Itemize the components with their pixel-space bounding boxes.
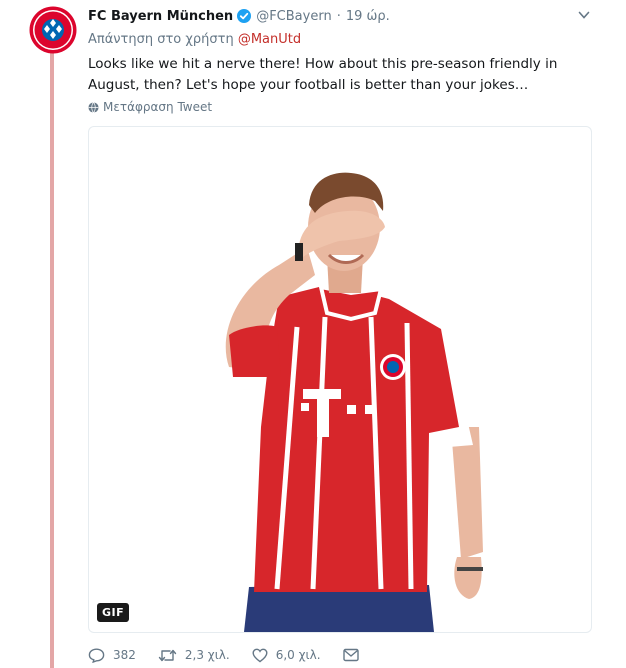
player-gif-image — [225, 172, 483, 632]
message-icon — [342, 648, 359, 662]
reply-count: 382 — [113, 648, 136, 662]
tweet-actions: 382 2,3 χιλ. 6,0 χιλ. — [88, 644, 389, 666]
gif-media[interactable]: GIF — [88, 126, 592, 633]
bayern-logo-icon — [29, 6, 77, 54]
translate-link[interactable]: Μετάφραση Tweet — [88, 100, 212, 114]
tweet-header: FC Bayern München @FCBayern · 19 ώρ. — [88, 6, 390, 26]
retweet-count: 2,3 χιλ. — [184, 648, 230, 662]
reply-button[interactable]: 382 — [88, 647, 136, 663]
author-name[interactable]: FC Bayern München — [88, 9, 233, 24]
chevron-down-icon[interactable] — [578, 10, 590, 20]
reply-icon — [88, 647, 105, 663]
thread-line — [50, 52, 54, 668]
verified-icon — [237, 9, 252, 23]
globe-icon — [88, 101, 99, 113]
avatar[interactable] — [29, 6, 77, 54]
direct-message-button[interactable] — [342, 648, 367, 662]
like-button[interactable]: 6,0 χιλ. — [252, 648, 321, 663]
gif-badge: GIF — [97, 603, 130, 622]
retweet-button[interactable]: 2,3 χιλ. — [158, 648, 230, 663]
like-count: 6,0 χιλ. — [275, 648, 321, 662]
reply-mention-link[interactable]: @ManUtd — [238, 32, 301, 47]
reply-prefix: Απάντηση στο χρήστη — [88, 32, 234, 47]
heart-icon — [252, 648, 268, 662]
tweet-time[interactable]: 19 ώρ. — [346, 9, 390, 24]
tweet-text: Looks like we hit a nerve there! How abo… — [88, 56, 558, 93]
author-handle[interactable]: @FCBayern — [256, 9, 332, 24]
separator: · — [336, 8, 341, 24]
retweet-icon — [158, 649, 177, 661]
translate-label: Μετάφραση Tweet — [103, 100, 213, 114]
reply-context: Απάντηση στο χρήστη @ManUtd — [88, 32, 301, 47]
